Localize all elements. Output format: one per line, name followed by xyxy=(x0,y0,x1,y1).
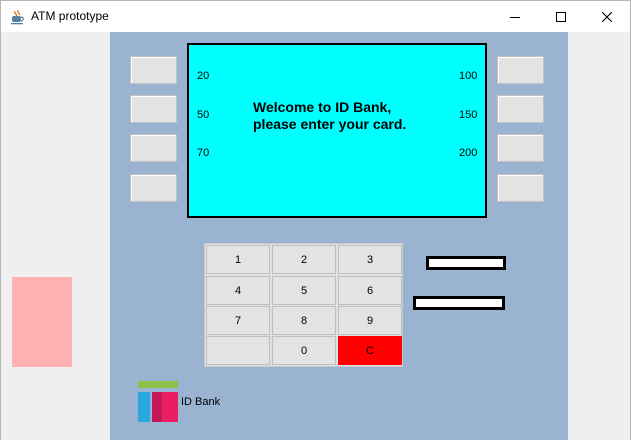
side-button-left-3[interactable] xyxy=(130,134,177,162)
side-button-right-2[interactable] xyxy=(497,95,544,123)
side-button-right-1[interactable] xyxy=(497,56,544,84)
amount-left-3: 70 xyxy=(197,147,210,159)
java-cup-icon xyxy=(11,9,24,25)
amount-left-1: 20 xyxy=(197,70,210,82)
maximize-icon xyxy=(556,11,566,22)
maximize-button[interactable] xyxy=(538,1,584,32)
key-8[interactable]: 8 xyxy=(272,306,336,335)
key-2[interactable]: 2 xyxy=(272,245,336,274)
window-title: ATM prototype xyxy=(31,9,109,23)
key-6[interactable]: 6 xyxy=(338,276,402,305)
side-button-right-4[interactable] xyxy=(497,174,544,202)
content-area: 20 50 70 100 150 200 Welcome to ID Bank,… xyxy=(1,32,630,440)
close-button[interactable] xyxy=(584,1,630,32)
amount-right-1: 100 xyxy=(459,70,478,82)
atm-window: ATM prototype 20 50 70 100 150 200 Welco… xyxy=(0,0,631,440)
key-clear[interactable]: C xyxy=(338,336,402,365)
keypad: 1 2 3 4 5 6 7 8 9 0 C xyxy=(204,243,403,367)
minimize-icon xyxy=(510,16,520,18)
side-button-left-1[interactable] xyxy=(130,56,177,84)
atm-body: 20 50 70 100 150 200 Welcome to ID Bank,… xyxy=(110,32,568,440)
key-blank[interactable] xyxy=(206,336,270,365)
side-button-right-3[interactable] xyxy=(497,134,544,162)
key-7[interactable]: 7 xyxy=(206,306,270,335)
side-button-left-2[interactable] xyxy=(130,95,177,123)
side-button-left-4[interactable] xyxy=(130,174,177,202)
close-icon xyxy=(602,11,612,22)
key-9[interactable]: 9 xyxy=(338,306,402,335)
bank-name: ID Bank xyxy=(181,396,221,408)
amount-right-2: 150 xyxy=(459,109,478,121)
title-bar: ATM prototype xyxy=(1,1,630,32)
key-3[interactable]: 3 xyxy=(338,245,402,274)
minimize-button[interactable] xyxy=(492,1,538,32)
amount-left-2: 50 xyxy=(197,109,210,121)
screen-message: Welcome to ID Bank, please enter your ca… xyxy=(253,99,407,132)
key-0[interactable]: 0 xyxy=(272,336,336,365)
atm-screen: 20 50 70 100 150 200 Welcome to ID Bank,… xyxy=(187,43,487,218)
key-4[interactable]: 4 xyxy=(206,276,270,305)
bank-logo-icon xyxy=(138,381,178,422)
amount-right-3: 200 xyxy=(459,147,478,159)
card-panel[interactable] xyxy=(12,277,72,367)
cash-slot[interactable] xyxy=(413,296,505,310)
key-5[interactable]: 5 xyxy=(272,276,336,305)
card-slot[interactable] xyxy=(426,256,506,270)
key-1[interactable]: 1 xyxy=(206,245,270,274)
